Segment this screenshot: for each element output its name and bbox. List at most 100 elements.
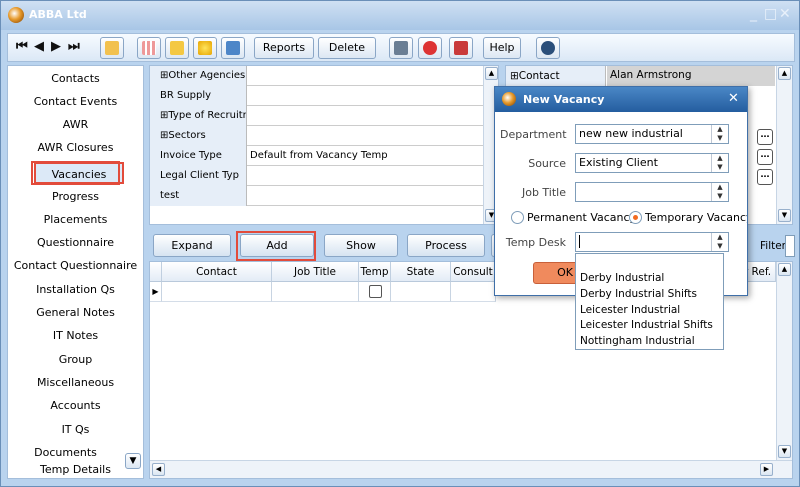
table-cell[interactable]: [451, 282, 496, 302]
text-cursor: [579, 235, 580, 248]
scroll-down-icon[interactable]: ▼: [125, 453, 141, 469]
delete-button[interactable]: Delete: [318, 37, 376, 59]
scroll-up-icon[interactable]: ▲: [778, 67, 791, 80]
sidebar-item-documents[interactable]: Documents: [8, 442, 123, 464]
sidebar-item-questionnaire[interactable]: Questionnaire: [8, 232, 143, 254]
show-historic-button[interactable]: Show Historic: [324, 234, 398, 273]
contact-label: ⊞Contact: [506, 66, 606, 86]
tree-row[interactable]: Legal Client Typ: [150, 166, 483, 186]
contact-scrollbar[interactable]: ▲ ▼: [776, 66, 792, 224]
temp-desk-select[interactable]: ▲ ▼: [575, 232, 729, 252]
sidebar-item-contact-events[interactable]: Contact Events: [8, 91, 143, 113]
column-header-job-title[interactable]: Job Title: [272, 262, 359, 282]
sidebar-item-contact-questionnaire[interactable]: Contact Questionnaire: [8, 255, 143, 277]
sidebar-item-miscellaneous[interactable]: Miscellaneous: [8, 372, 143, 394]
permanent-vacancy-radio[interactable]: [511, 211, 524, 224]
reports-button[interactable]: Reports: [254, 37, 314, 59]
ellipsis-button[interactable]: …: [757, 129, 773, 145]
source-value: Existing Client: [579, 156, 658, 169]
dialog-close-button[interactable]: ✕: [728, 91, 739, 106]
permanent-vacancy-label[interactable]: Permanent Vacancy: [527, 211, 636, 224]
sidebar-item-group[interactable]: Group: [8, 349, 143, 371]
scroll-down-icon[interactable]: ▼: [778, 209, 791, 222]
next-record-icon[interactable]: ▶: [51, 39, 61, 54]
sidebar-item-general-notes[interactable]: General Notes: [8, 302, 143, 324]
sidebar-item-temp-details[interactable]: Temp Details: [8, 462, 143, 478]
print-icon[interactable]: [389, 37, 413, 59]
maximize-button[interactable]: □: [764, 6, 777, 22]
chevron-updown-icon[interactable]: ▲ ▼: [711, 125, 728, 143]
chevron-updown-icon[interactable]: ▲ ▼: [711, 183, 728, 201]
open-record-icon[interactable]: [221, 37, 245, 59]
sidebar-item-progress[interactable]: Progress: [8, 186, 143, 208]
sidebar-item-it-notes[interactable]: IT Notes: [8, 325, 143, 347]
previous-record-icon[interactable]: ◀: [34, 39, 44, 54]
folder-icon[interactable]: [165, 37, 189, 59]
tree-row[interactable]: ⊞Other Agencies: [150, 66, 483, 86]
list-item[interactable]: Nottingham Industrial: [580, 333, 695, 349]
scroll-up-icon[interactable]: ▲: [778, 263, 791, 276]
department-value: new new industrial: [579, 127, 683, 140]
first-record-icon[interactable]: ⏮: [16, 39, 28, 54]
department-select[interactable]: new new industrial ▲ ▼: [575, 124, 729, 144]
tree-row[interactable]: Invoice Type Default from Vacancy Temp: [150, 146, 483, 166]
chevron-updown-icon[interactable]: ▲ ▼: [711, 233, 728, 251]
tree-label: ⊞Other Agencies: [150, 66, 247, 86]
column-header-contact[interactable]: Contact: [162, 262, 272, 282]
column-header-consultant[interactable]: Consult: [451, 262, 496, 282]
sidebar-item-it-qs[interactable]: IT Qs: [8, 419, 143, 441]
temp-checkbox[interactable]: [369, 285, 382, 298]
table-cell[interactable]: [162, 282, 272, 302]
temporary-vacancy-radio[interactable]: [629, 211, 642, 224]
source-select[interactable]: Existing Client ▲ ▼: [575, 153, 729, 173]
exit-icon[interactable]: [449, 37, 473, 59]
sidebar-item-awr[interactable]: AWR: [8, 114, 143, 136]
record-card-icon[interactable]: [100, 37, 124, 59]
scroll-right-icon[interactable]: ▶: [760, 463, 773, 476]
minimize-button[interactable]: _: [750, 6, 757, 22]
grid-horizontal-scrollbar[interactable]: ◀ ▶: [150, 460, 792, 478]
sidebar-item-installation-qs[interactable]: Installation Qs: [8, 279, 143, 301]
favourites-star-icon[interactable]: [193, 37, 217, 59]
list-item[interactable]: Leicester Industrial Shifts: [580, 317, 713, 333]
dialog-title: New Vacancy: [495, 87, 747, 112]
sidebar-item-awr-closures[interactable]: AWR Closures: [8, 137, 143, 159]
table-cell[interactable]: [272, 282, 359, 302]
scroll-left-icon[interactable]: ◀: [152, 463, 165, 476]
scroll-down-icon[interactable]: ▼: [778, 445, 791, 458]
chevron-updown-icon[interactable]: ▲ ▼: [711, 154, 728, 172]
help-button[interactable]: Help: [483, 37, 521, 59]
column-header-temp[interactable]: Temp: [359, 262, 391, 282]
table-cell[interactable]: [359, 282, 391, 302]
tree-row[interactable]: ⊞Sectors: [150, 126, 483, 146]
contact-value[interactable]: Alan Armstrong: [607, 66, 775, 86]
process-button[interactable]: Process: [407, 234, 485, 257]
refresh-icon[interactable]: [418, 37, 442, 59]
filter-input[interactable]: [785, 235, 795, 257]
add-highlight: [236, 231, 316, 261]
grid-vertical-scrollbar[interactable]: ▲ ▼: [776, 262, 792, 460]
last-record-icon[interactable]: ⏭: [68, 39, 80, 54]
search-person-icon[interactable]: [536, 37, 560, 59]
ellipsis-button[interactable]: …: [757, 169, 773, 185]
list-item[interactable]: Derby Industrial: [580, 270, 664, 286]
ellipsis-button[interactable]: …: [757, 149, 773, 165]
job-title-select[interactable]: ▲ ▼: [575, 182, 729, 202]
grid-view-icon[interactable]: [137, 37, 161, 59]
tree-row[interactable]: BR Supply: [150, 86, 483, 106]
expand-button[interactable]: Expand: [153, 234, 231, 257]
table-cell[interactable]: [391, 282, 451, 302]
temporary-vacancy-label[interactable]: Temporary Vacancy: [645, 211, 747, 224]
tree-value: Default from Vacancy Temp: [250, 150, 388, 161]
tree-label: Legal Client Typ: [150, 166, 247, 186]
list-item[interactable]: Derby Industrial Shifts: [580, 286, 697, 302]
list-item[interactable]: Leicester Industrial: [580, 302, 680, 318]
sidebar-item-contacts[interactable]: Contacts: [8, 68, 143, 90]
scroll-up-icon[interactable]: ▲: [485, 67, 498, 80]
sidebar-item-accounts[interactable]: Accounts: [8, 395, 143, 417]
sidebar-item-placements[interactable]: Placements: [8, 209, 143, 231]
column-header-state[interactable]: State: [391, 262, 451, 282]
tree-row[interactable]: test: [150, 186, 483, 206]
tree-row[interactable]: ⊞Type of Recruitm: [150, 106, 483, 126]
close-window-button[interactable]: ✕: [779, 6, 791, 22]
